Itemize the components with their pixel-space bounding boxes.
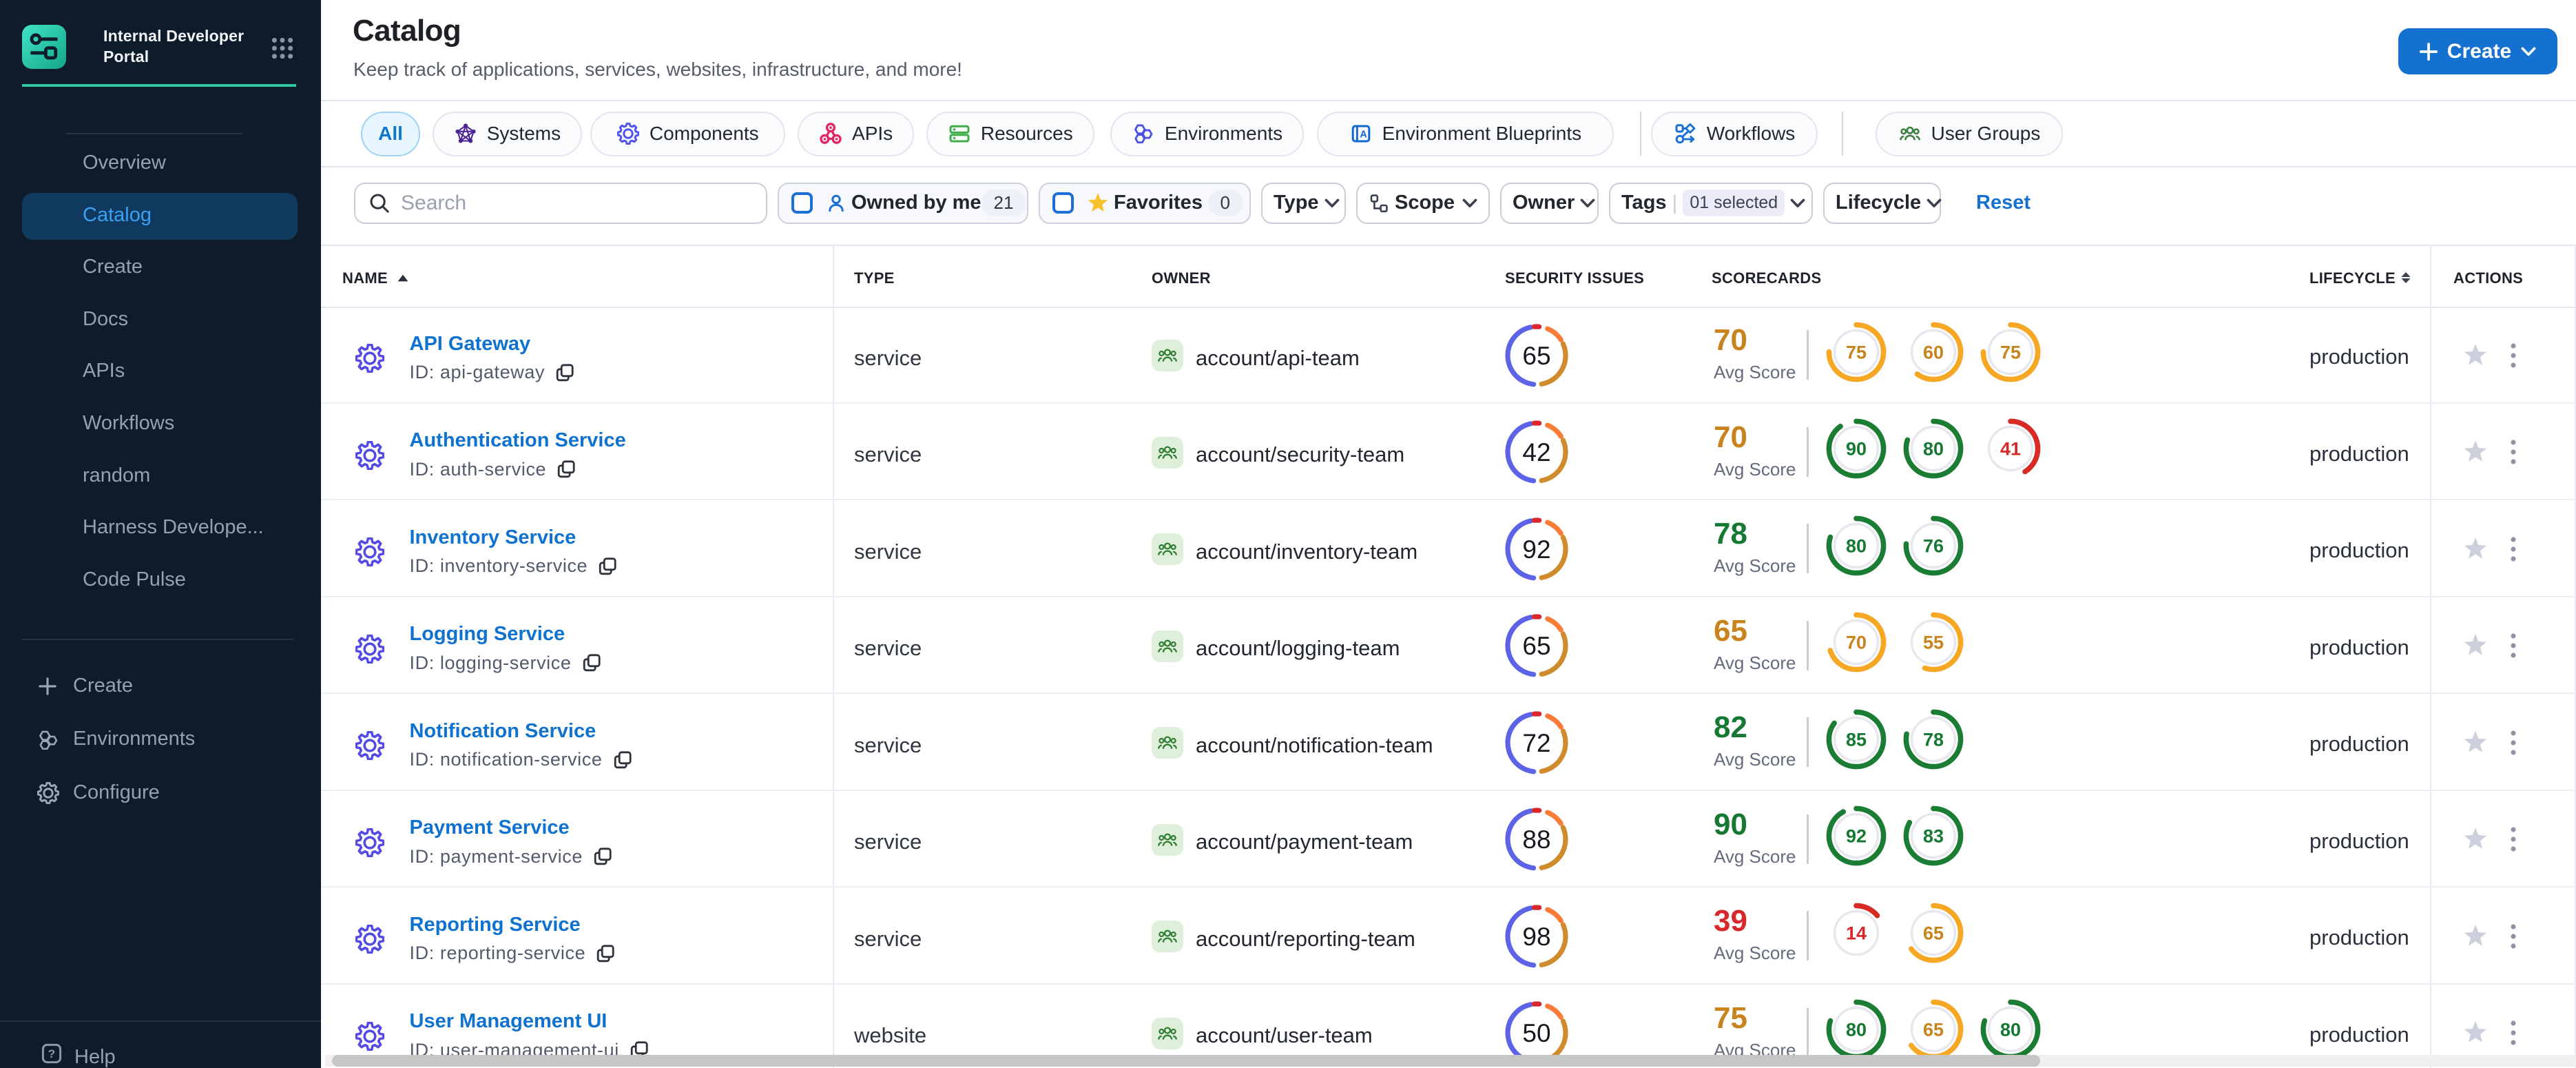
- svg-text:80: 80: [1846, 535, 1867, 556]
- svg-text:41: 41: [2000, 439, 2021, 460]
- svg-text:65: 65: [1522, 342, 1550, 370]
- svg-text:75: 75: [2000, 342, 2021, 362]
- svg-text:?: ?: [48, 1047, 55, 1060]
- svg-text:42: 42: [1522, 438, 1550, 466]
- svg-text:80: 80: [1846, 1020, 1867, 1040]
- svg-text:72: 72: [1522, 729, 1550, 757]
- svg-text:65: 65: [1923, 923, 1944, 943]
- svg-text:80: 80: [1923, 439, 1944, 460]
- svg-text:85: 85: [1846, 729, 1867, 750]
- svg-text:60: 60: [1923, 342, 1944, 362]
- svg-text:90: 90: [1846, 439, 1867, 460]
- svg-text:92: 92: [1846, 826, 1867, 847]
- svg-text:A: A: [1360, 129, 1367, 140]
- svg-text:65: 65: [1923, 1020, 1944, 1040]
- svg-text:80: 80: [2000, 1020, 2021, 1040]
- svg-text:88: 88: [1522, 825, 1550, 854]
- svg-text:50: 50: [1522, 1019, 1550, 1047]
- svg-text:78: 78: [1923, 729, 1944, 750]
- svg-text:55: 55: [1923, 633, 1944, 653]
- svg-text:92: 92: [1522, 535, 1550, 564]
- svg-text:76: 76: [1923, 535, 1944, 556]
- svg-text:83: 83: [1923, 826, 1944, 847]
- svg-text:98: 98: [1522, 923, 1550, 951]
- svg-text:70: 70: [1846, 633, 1867, 653]
- svg-text:75: 75: [1846, 342, 1867, 362]
- svg-text:14: 14: [1846, 923, 1867, 943]
- svg-text:65: 65: [1522, 632, 1550, 660]
